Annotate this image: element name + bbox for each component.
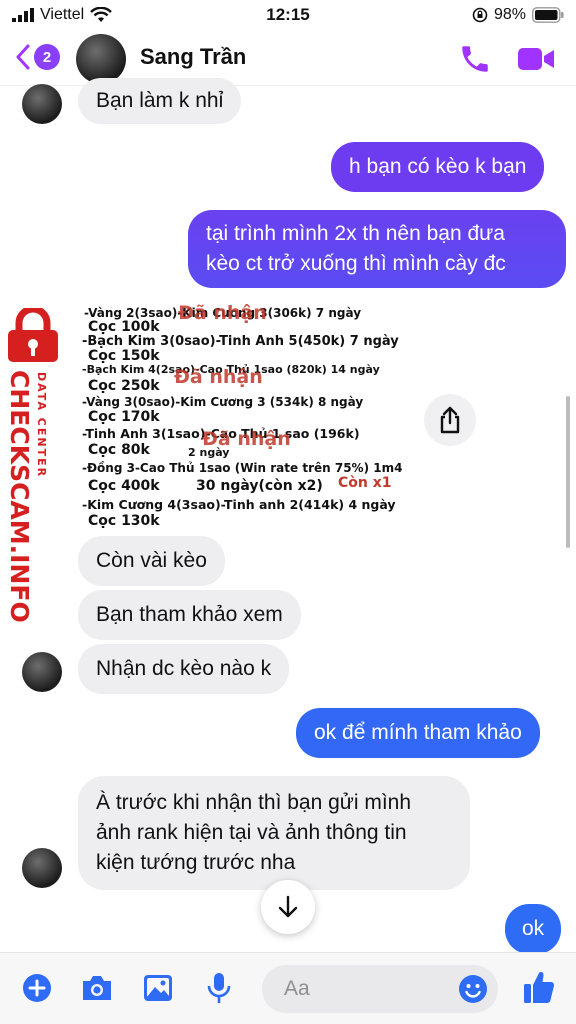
received-stamp: Đã nhận xyxy=(178,302,267,324)
image-text-line: Cọc 400k xyxy=(88,478,160,494)
watermark-brand: CHECKSCAM.INFO xyxy=(5,370,34,623)
image-text-line: Cọc 100k xyxy=(88,319,160,335)
scroll-down-button[interactable] xyxy=(261,880,315,934)
contact-name[interactable]: Sang Trần xyxy=(140,44,246,70)
contact-avatar-small xyxy=(22,84,62,124)
image-text-line: Cọc 130k xyxy=(88,513,160,529)
message-line: À trước khi nhận thì bạn gửi mình xyxy=(96,791,412,814)
contact-avatar[interactable] xyxy=(76,34,126,84)
share-icon xyxy=(440,406,460,434)
image-text-line: Cọc 80k xyxy=(88,442,150,458)
received-stamp: Đã nhận xyxy=(202,428,291,450)
incoming-message[interactable]: Bạn tham khảo xem xyxy=(78,590,301,640)
battery-percent: 98% xyxy=(493,6,526,23)
received-stamp: Đã nhận xyxy=(174,366,263,388)
message-input[interactable]: Aa xyxy=(262,965,498,1013)
microphone-icon[interactable] xyxy=(206,971,232,1005)
outgoing-message[interactable]: tại trình mình 2x th nên bạn đưa kèo ct … xyxy=(188,210,566,288)
outgoing-message[interactable]: ok để mính tham khảo xyxy=(296,708,540,758)
message-input-placeholder: Aa xyxy=(284,977,310,1000)
camera-icon[interactable] xyxy=(80,973,114,1003)
message-line: kèo ct trở xuống thì mình cày đc xyxy=(206,252,506,275)
image-text-line: Cọc 150k xyxy=(88,348,160,364)
message-text: ok xyxy=(522,917,545,940)
conversation-header: 2 Sang Trần xyxy=(0,32,576,86)
image-text-line: -Bạch Kim 3(0sao)-Tinh Anh 5(450k) 7 ngà… xyxy=(82,334,399,349)
incoming-message[interactable]: Còn vài kèo xyxy=(78,536,225,586)
image-text-line: -Đồng 3-Cao Thủ 1sao (Win rate trên 75%)… xyxy=(82,461,403,475)
message-text: ok để mính tham khảo xyxy=(314,721,522,744)
message-text: Bạn tham khảo xem xyxy=(96,603,283,626)
image-text-line: 30 ngày(còn x2) xyxy=(196,478,323,494)
image-text-line: -Kim Cương 4(3sao)-Tinh anh 2(414k) 4 ng… xyxy=(82,497,396,512)
back-button[interactable]: 2 xyxy=(16,44,60,70)
message-line: kiện tướng trước nha xyxy=(96,851,296,874)
contact-avatar-small xyxy=(22,652,62,692)
image-text-line: -Vàng 3(0sao)-Kim Cương 3 (534k) 8 ngày xyxy=(82,395,364,409)
image-text-line: Cọc 250k xyxy=(88,378,160,394)
outgoing-message[interactable]: ok xyxy=(505,904,562,954)
battery-icon xyxy=(532,7,564,23)
image-message[interactable]: -Vàng 2(3sao)-Kim Cương 3(306k) 7 ngày C… xyxy=(78,300,408,532)
video-icon[interactable] xyxy=(516,42,556,76)
message-line: tại trình mình 2x th nên bạn đưa xyxy=(206,222,505,245)
image-text-line: Cọc 170k xyxy=(88,409,160,425)
plus-icon[interactable] xyxy=(22,973,52,1003)
lock-icon xyxy=(8,308,58,362)
scrollbar[interactable] xyxy=(566,396,570,548)
message-text: Bạn làm k nhỉ xyxy=(96,89,224,112)
scroll-down-icon xyxy=(278,895,298,918)
contact-avatar-small xyxy=(22,848,62,888)
phone-icon[interactable] xyxy=(458,42,492,76)
incoming-message[interactable]: Nhận dc kèo nào k xyxy=(78,644,290,694)
lock-rotation-icon xyxy=(472,7,488,23)
image-text-line: Còn x1 xyxy=(338,475,392,491)
outgoing-message[interactable]: h bạn có kèo k bạn xyxy=(331,142,545,192)
incoming-message[interactable]: Bạn làm k nhỉ xyxy=(78,78,242,124)
back-chevron-icon xyxy=(16,44,30,70)
unread-badge: 2 xyxy=(34,44,60,70)
message-text: Còn vài kèo xyxy=(96,549,207,572)
message-text: h bạn có kèo k bạn xyxy=(349,155,527,178)
composer-bar: Aa xyxy=(0,952,576,1024)
message-text: Nhận dc kèo nào k xyxy=(96,657,272,680)
photo-icon[interactable] xyxy=(142,973,174,1003)
watermark-tag: DATA CENTER xyxy=(35,372,48,479)
emoji-icon[interactable] xyxy=(458,974,488,1004)
incoming-message[interactable]: À trước khi nhận thì bạn gửi mình ảnh ra… xyxy=(78,776,470,890)
thumbs-up-icon[interactable] xyxy=(522,969,556,1005)
share-button[interactable] xyxy=(424,394,476,446)
message-line: ảnh rank hiện tại và ảnh thông tin xyxy=(96,821,407,844)
watermark: CHECKSCAM.INFO DATA CENTER xyxy=(0,308,66,623)
status-right: 98% xyxy=(472,6,564,24)
status-bar: Viettel 12:15 98% xyxy=(0,0,576,32)
